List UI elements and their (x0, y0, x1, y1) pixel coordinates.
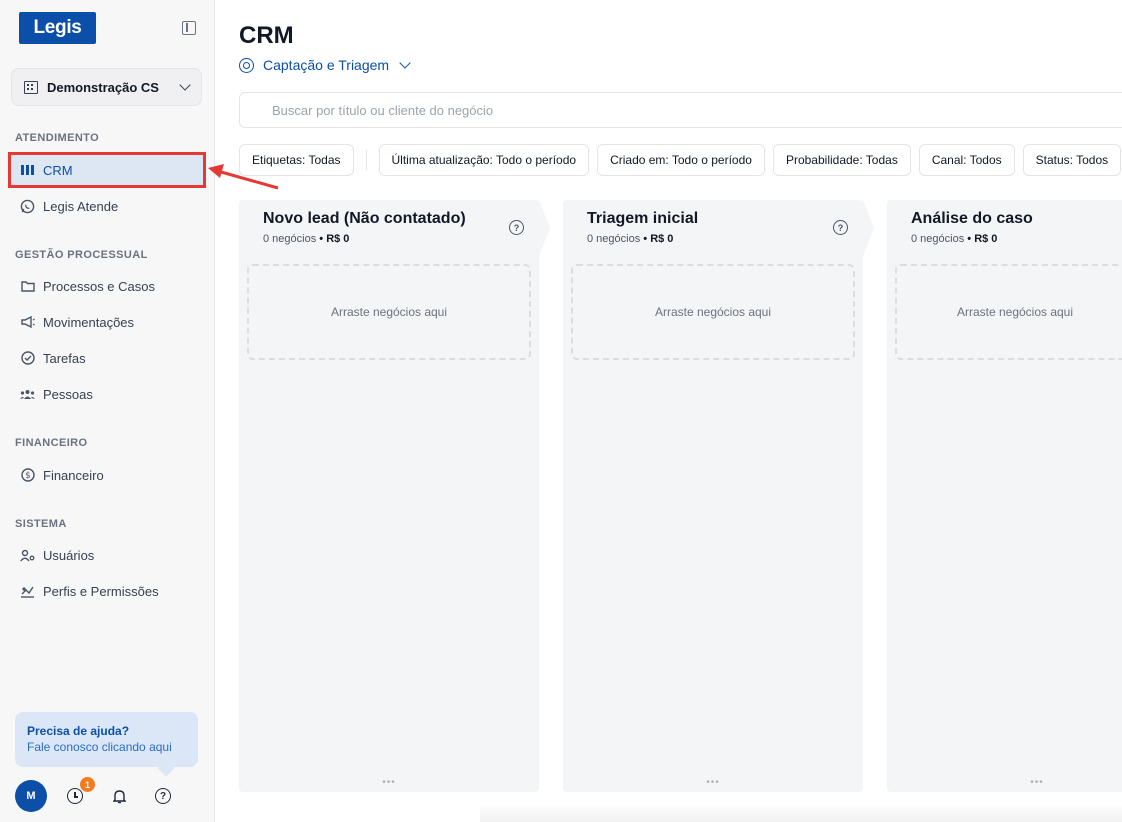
column-arrow (539, 200, 550, 256)
clock-icon[interactable] (67, 788, 83, 804)
column-amount: • R$ 0 (643, 233, 674, 245)
sidebar-item-movimentacoes[interactable]: Movimentações (11, 305, 204, 339)
sidebar-item-label: Pessoas (43, 386, 93, 402)
pipeline-name: Captação e Triagem (263, 57, 390, 73)
column-title: Novo lead (Não contatado) (263, 210, 466, 227)
sidebar-item-pessoas[interactable]: Pessoas (11, 377, 204, 411)
filter-status[interactable]: Status: Todos (1022, 144, 1122, 176)
workspace-name: Demonstração CS (47, 79, 159, 95)
kanban-column: Análise do caso 0 negócios • R$ 0 Arrast… (887, 200, 1122, 792)
resize-handle-icon[interactable]: ••• (382, 777, 396, 788)
sidebar-item-legis-atende[interactable]: Legis Atende (11, 189, 204, 223)
filter-etiquetas[interactable]: Etiquetas: Todas (239, 144, 354, 176)
column-amount: • R$ 0 (319, 233, 350, 245)
sidebar-collapse-icon[interactable] (182, 21, 196, 35)
column-title: Análise do caso (911, 210, 1033, 227)
drop-zone[interactable]: Arraste negócios aqui (571, 264, 855, 360)
filter-criado-em[interactable]: Criado em: Todo o período (597, 144, 765, 176)
resize-handle-icon[interactable]: ••• (1030, 777, 1044, 788)
drop-zone[interactable]: Arraste negócios aqui (247, 264, 531, 360)
column-count: 0 negócios (911, 233, 965, 245)
question-icon[interactable]: ? (509, 220, 524, 235)
section-label-sistema: SISTEMA (15, 518, 67, 530)
kanban-column: Novo lead (Não contatado) 0 negócios • R… (239, 200, 550, 792)
notification-badge: 1 (80, 777, 95, 792)
column-arrow (863, 200, 874, 256)
filter-bar: Etiquetas: Todas Última atualização: Tod… (239, 144, 1122, 176)
drop-zone[interactable]: Arraste negócios aqui (895, 264, 1122, 360)
column-header: Triagem inicial 0 negócios • R$ 0 (587, 210, 698, 245)
help-subtitle[interactable]: Fale conosco clicando aqui (27, 740, 186, 754)
sidebar-item-tarefas[interactable]: Tarefas (11, 341, 204, 375)
sidebar-item-usuarios[interactable]: Usuários (11, 538, 204, 572)
sidebar-item-label: Legis Atende (43, 198, 119, 214)
legis-logo[interactable]: Legis (19, 12, 96, 44)
sidebar-item-label: Financeiro (43, 467, 104, 483)
sidebar-item-label: Movimentações (43, 314, 135, 330)
filter-divider (365, 150, 367, 170)
avatar[interactable]: M (15, 780, 47, 812)
target-icon (239, 57, 254, 73)
megaphone-icon (20, 315, 35, 330)
resize-handle-icon[interactable]: ••• (706, 777, 720, 788)
help-icon[interactable]: ? (155, 788, 171, 804)
user-gear-icon (20, 548, 35, 563)
folder-icon (20, 279, 35, 294)
column-count: 0 negócios (587, 233, 641, 245)
sidebar-item-label: Usuários (43, 547, 95, 563)
help-title: Precisa de ajuda? (27, 724, 130, 738)
column-count: 0 negócios (263, 233, 317, 245)
help-card[interactable]: Precisa de ajuda? Fale conosco clicando … (15, 712, 198, 767)
kanban-column: Triagem inicial 0 negócios • R$ 0 ? Arra… (563, 200, 874, 792)
column-header: Novo lead (Não contatado) 0 negócios • R… (263, 210, 466, 245)
section-label-atendimento: ATENDIMENTO (15, 132, 100, 144)
column-header: Análise do caso 0 negócios • R$ 0 (911, 210, 1033, 245)
pipeline-selector[interactable]: Captação e Triagem (239, 57, 411, 73)
chevron-down-icon (179, 79, 191, 91)
bottom-shadow (480, 804, 1122, 822)
chevron-down-icon (399, 57, 411, 69)
people-icon (20, 387, 35, 402)
section-label-gestao: GESTÃO PROCESSUAL (15, 249, 148, 261)
whatsapp-icon (20, 199, 35, 214)
filter-probabilidade[interactable]: Probabilidade: Todas (772, 144, 911, 176)
workspace-selector[interactable]: Demonstração CS (11, 68, 202, 106)
column-meta: 0 negócios • R$ 0 (911, 233, 1033, 245)
section-label-financeiro: FINANCEIRO (15, 437, 88, 449)
filter-ultima-atualizacao[interactable]: Última atualização: Todo o período (378, 144, 590, 176)
bell-icon[interactable] (111, 788, 127, 804)
column-meta: 0 negócios • R$ 0 (587, 233, 698, 245)
building-icon (24, 80, 38, 94)
shield-key-icon (20, 584, 35, 599)
sidebar-item-label: Processos e Casos (43, 278, 155, 294)
column-amount: • R$ 0 (967, 233, 998, 245)
highlight-box (8, 152, 206, 188)
sidebar-item-perfis[interactable]: Perfis e Permissões (11, 574, 204, 608)
sidebar: Legis Demonstração CS ATENDIMENTO CRM Le… (0, 0, 215, 822)
sidebar-item-financeiro[interactable]: $ Financeiro (11, 458, 204, 492)
sidebar-item-processos[interactable]: Processos e Casos (11, 269, 204, 303)
sidebar-item-label: Perfis e Permissões (43, 583, 159, 599)
search-input[interactable]: Buscar por título ou cliente do negócio (239, 92, 1122, 128)
page-title: CRM (239, 22, 294, 49)
dollar-circle-icon: $ (20, 468, 35, 483)
svg-text:$: $ (25, 471, 30, 481)
column-meta: 0 negócios • R$ 0 (263, 233, 466, 245)
column-title: Triagem inicial (587, 210, 699, 227)
filter-canal[interactable]: Canal: Todos (918, 144, 1015, 176)
check-circle-icon (20, 351, 35, 366)
question-icon[interactable]: ? (833, 220, 848, 235)
sidebar-item-label: Tarefas (43, 350, 86, 366)
